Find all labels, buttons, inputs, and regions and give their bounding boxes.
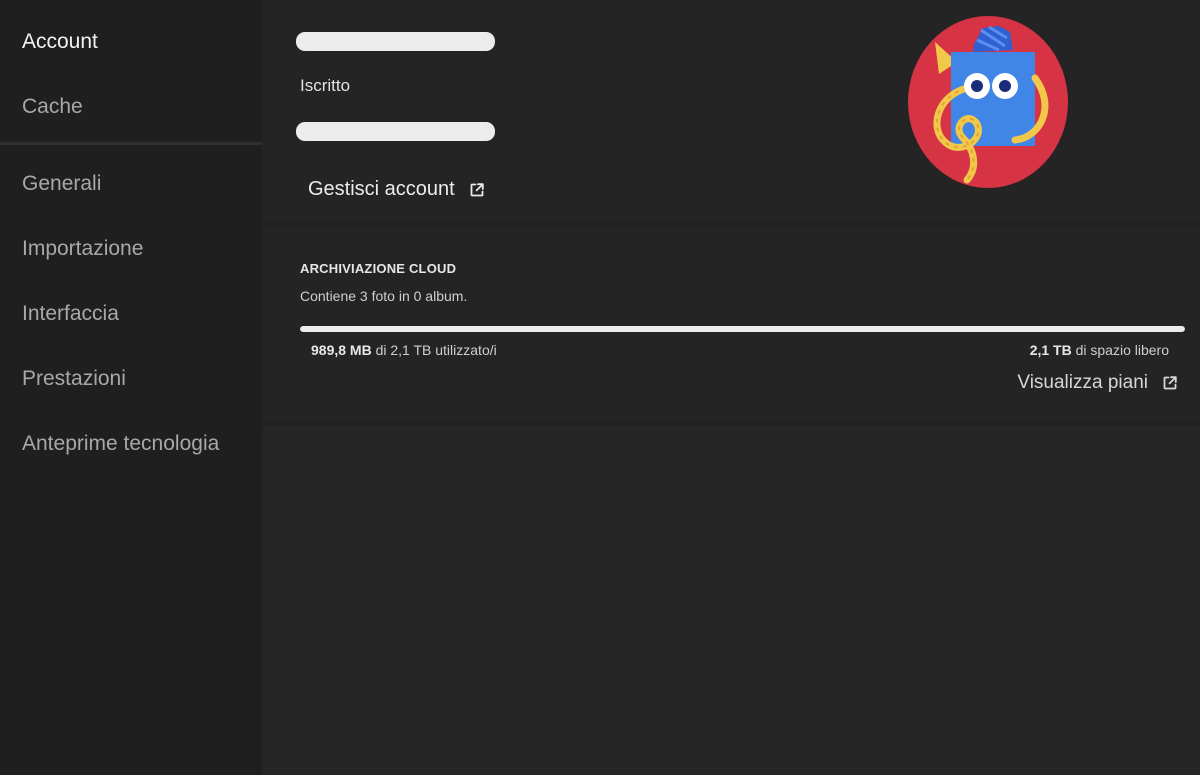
storage-progress-bar [300, 326, 1185, 332]
avatar-face [951, 52, 1035, 146]
sidebar-item-importazione[interactable]: Importazione [22, 237, 143, 261]
settings-main-panel: Iscritto Gestisci account ARCHIVIAZIONE … [262, 0, 1200, 775]
storage-used-suffix: di 2,1 TB utilizzato/i [371, 342, 497, 358]
sidebar-item-anteprime-tecnologia[interactable]: Anteprime tecnologia [22, 432, 219, 456]
user-avatar[interactable] [907, 16, 1069, 188]
sidebar-item-cache[interactable]: Cache [22, 95, 83, 119]
manage-account-link[interactable]: Gestisci account [308, 178, 485, 201]
storage-free: 2,1 TB di spazio libero [1030, 342, 1169, 358]
external-link-icon [470, 182, 484, 196]
sidebar-item-interfaccia[interactable]: Interfaccia [22, 302, 119, 326]
external-link-icon [1163, 376, 1177, 390]
cloud-storage-section: ARCHIVIAZIONE CLOUD Contiene 3 foto in 0… [262, 226, 1200, 422]
redacted-name [296, 32, 495, 51]
sidebar-item-prestazioni[interactable]: Prestazioni [22, 367, 126, 391]
manage-account-label: Gestisci account [308, 178, 455, 200]
storage-free-amount: 2,1 TB [1029, 342, 1072, 358]
redacted-email [296, 122, 495, 141]
storage-progress-fill [300, 326, 1185, 332]
avatar-right-pupil [999, 80, 1011, 92]
storage-used: 989,8 MB di 2,1 TB utilizzato/i [311, 342, 497, 358]
section-divider [262, 422, 1200, 426]
storage-summary: Contiene 3 foto in 0 album. [300, 288, 468, 304]
storage-used-amount: 989,8 MB [311, 342, 372, 358]
settings-window: Account Cache Generali Importazione Inte… [0, 0, 1200, 775]
account-section: Iscritto Gestisci account [262, 0, 1200, 222]
avatar-left-pupil [971, 80, 983, 92]
storage-title: ARCHIVIAZIONE CLOUD [300, 261, 457, 276]
settings-sidebar: Account Cache Generali Importazione Inte… [0, 0, 262, 775]
view-plans-label: Visualizza piani [1017, 372, 1148, 393]
storage-free-suffix: di spazio libero [1071, 342, 1169, 358]
sidebar-item-account[interactable]: Account [22, 30, 98, 54]
plan-label: Iscritto [300, 76, 351, 95]
sidebar-divider [0, 142, 262, 145]
view-plans-link[interactable]: Visualizza piani [1017, 372, 1178, 394]
sidebar-item-generali[interactable]: Generali [22, 172, 101, 196]
